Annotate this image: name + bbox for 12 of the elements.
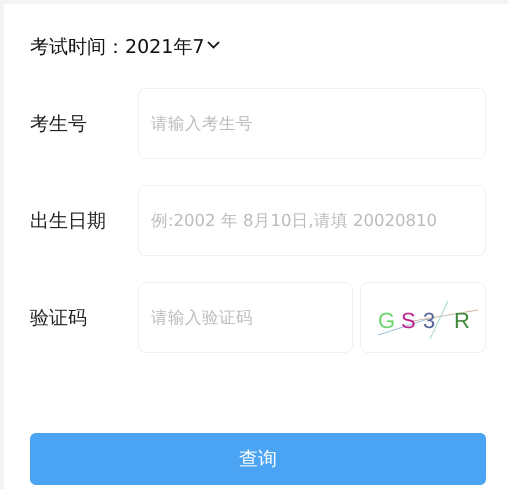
chevron-down-icon [207,41,220,49]
captcha-character: G [378,308,396,332]
exam-time-label: 考试时间： [30,35,125,60]
field-label: 出生日期 [30,208,107,234]
input-field[interactable]: 例:2002 年 8月10日,请填 20020810 [138,185,486,256]
captcha-character: R [454,308,470,332]
captcha-character: S [401,308,416,332]
input-field[interactable]: 请输入考生号 [138,88,486,159]
input-field[interactable]: 请输入验证码 [138,282,353,353]
field-label: 考生号 [30,112,88,136]
field-label: 验证码 [30,306,88,330]
exam-time-dropdown[interactable]: 2021年7 [125,34,220,60]
